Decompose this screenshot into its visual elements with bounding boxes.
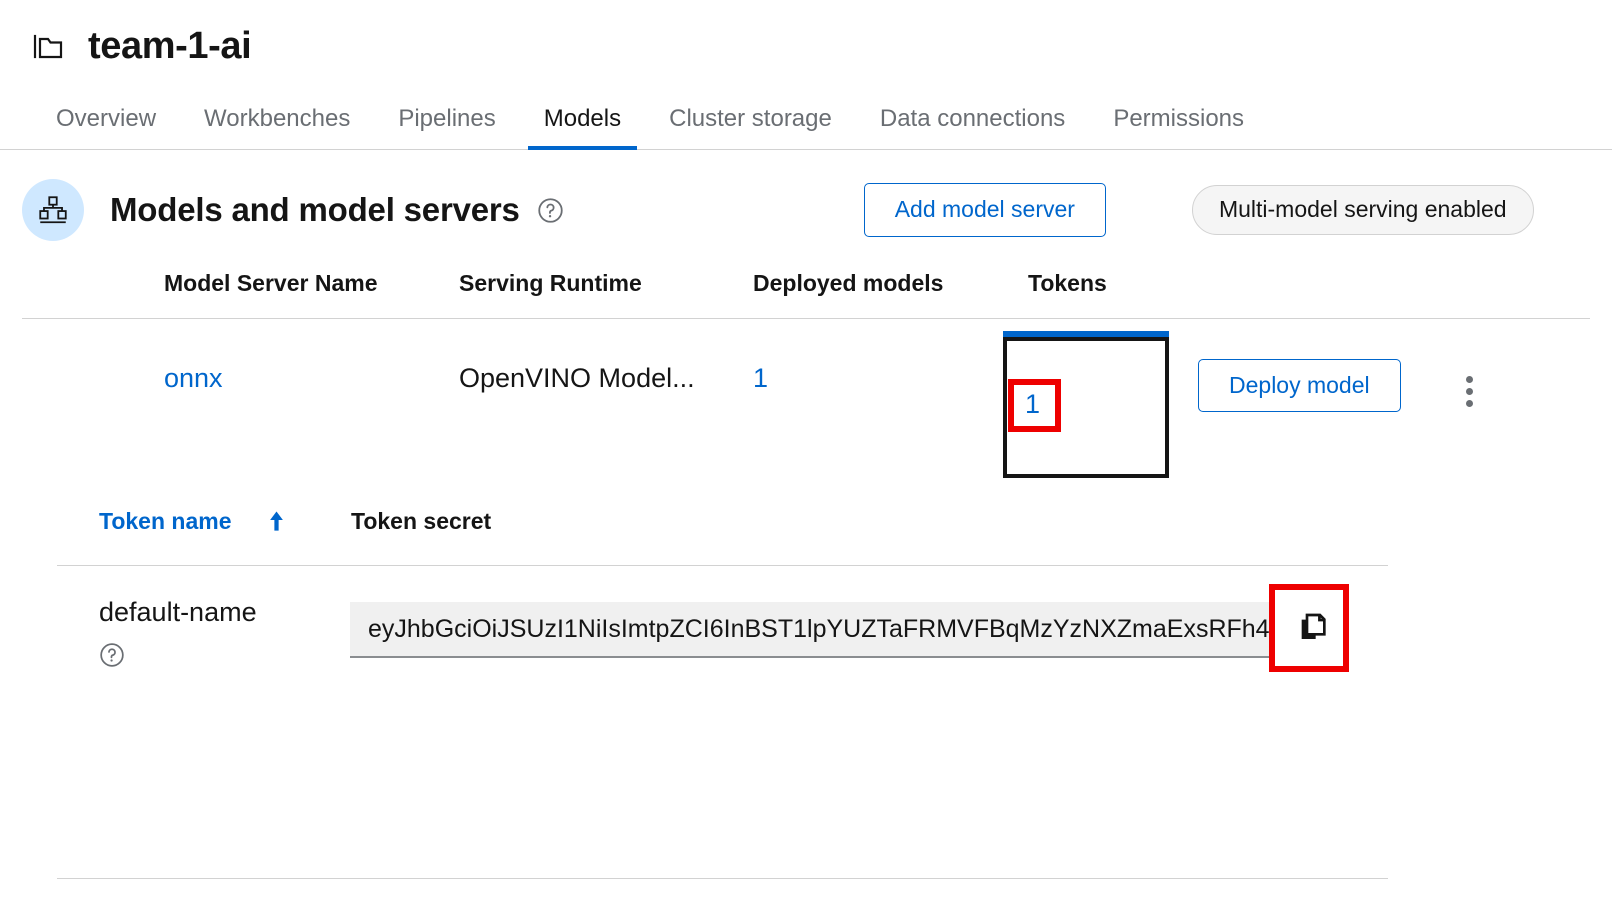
token-secret-field[interactable]: eyJhbGciOiJSUzI1NiIsImtpZCI6InBST1lpYUZT… [350, 602, 1270, 658]
serving-mode-label: Multi-model serving enabled [1191, 185, 1534, 235]
tab-models[interactable]: Models [520, 107, 645, 150]
column-header-token-secret: Token secret [351, 507, 492, 534]
tab-permissions[interactable]: Permissions [1089, 107, 1268, 149]
deployed-models-link[interactable]: 1 [753, 363, 768, 393]
serving-runtime-cell: OpenVINO Model... [459, 362, 695, 393]
tokens-count-link[interactable]: 1 [1025, 389, 1040, 420]
table-header-row: Model Server Name Serving Runtime Deploy… [0, 260, 1612, 306]
add-model-server-button[interactable]: Add model server [863, 183, 1106, 237]
model-server-topology-icon [22, 179, 84, 241]
tab-workbenches[interactable]: Workbenches [180, 107, 374, 149]
section-title: Models and model servers [110, 191, 520, 228]
tokens-table: Token name Token secret default-name eyJ… [0, 497, 1612, 718]
column-header-model-server-name: Model Server Name [164, 269, 378, 296]
tokens-table-divider [57, 565, 1388, 566]
model-servers-table: Model Server Name Serving Runtime Deploy… [0, 260, 1612, 478]
page-title: team-1-ai [88, 25, 252, 67]
kebab-menu-icon[interactable] [1455, 371, 1483, 411]
token-name-value: default-name [99, 597, 257, 627]
question-circle-icon[interactable] [99, 642, 125, 668]
tab-overview[interactable]: Overview [32, 107, 180, 149]
copy-icon [1297, 611, 1329, 648]
model-server-link[interactable]: onnx [164, 363, 223, 393]
copy-token-button[interactable] [1290, 604, 1336, 654]
section-header: Models and model servers Add model serve… [0, 150, 1612, 242]
tokens-table-row: default-name eyJhbGciOiJSUzI1NiIsImtpZCI… [0, 584, 1612, 718]
model-server-name-cell: onnx [164, 363, 459, 394]
bottom-divider [57, 878, 1388, 879]
page-header: team-1-ai [0, 0, 1612, 78]
sort-ascending-arrow-icon[interactable] [268, 510, 285, 532]
column-header-token-name-label: Token name [99, 507, 232, 534]
deployed-models-cell: 1 [753, 363, 1028, 394]
tab-cluster-storage[interactable]: Cluster storage [645, 107, 856, 149]
tokens-table-header-row: Token name Token secret [0, 497, 1612, 545]
column-header-token-name[interactable]: Token name [99, 508, 351, 535]
tokens-selection-bar [1003, 331, 1169, 338]
deploy-model-button[interactable]: Deploy model [1198, 359, 1401, 413]
tab-pipelines[interactable]: Pipelines [374, 107, 519, 149]
column-header-tokens: Tokens [1028, 269, 1107, 296]
tab-bar: Overview Workbenches Pipelines Models Cl… [0, 78, 1612, 150]
table-row: onnx OpenVINO Model... 1 1 Deploy model [0, 319, 1612, 478]
column-header-deployed-models: Deployed models [753, 269, 944, 296]
token-name-cell: default-name [99, 597, 351, 674]
tab-data-connections[interactable]: Data connections [856, 107, 1089, 149]
question-circle-icon[interactable] [537, 197, 564, 224]
column-header-serving-runtime: Serving Runtime [459, 269, 642, 296]
project-folder-icon [33, 34, 63, 59]
